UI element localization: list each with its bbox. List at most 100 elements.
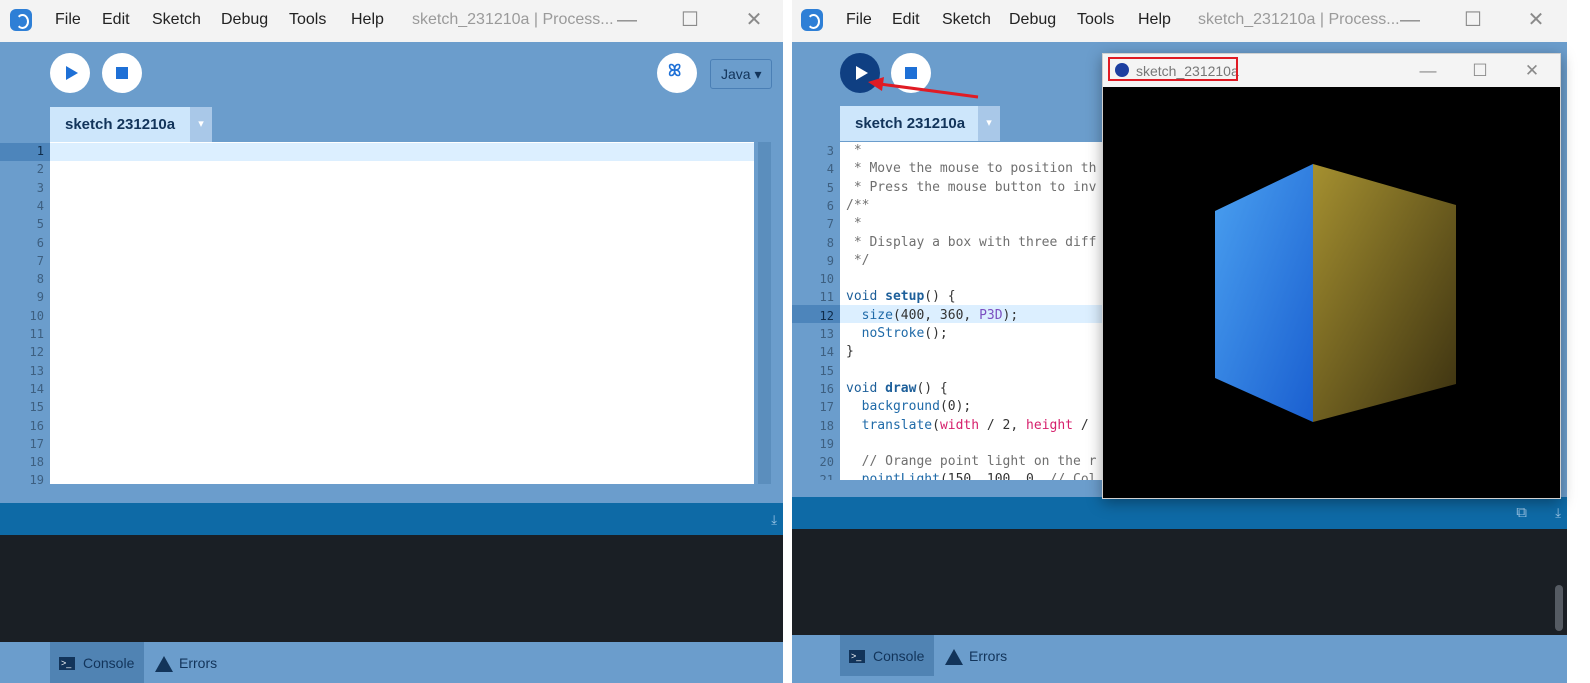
code-line[interactable]: translate(width / 2, height / — [846, 418, 1089, 433]
tab-console[interactable]: >_ Console — [840, 635, 934, 676]
line-number: 4 — [826, 162, 834, 177]
code-editor[interactable] — [50, 142, 754, 484]
menu-tools[interactable]: Tools — [289, 11, 326, 29]
code-line[interactable]: */ — [846, 253, 870, 268]
menu-tools[interactable]: Tools — [1077, 11, 1114, 29]
stop-icon — [116, 67, 128, 79]
code-line[interactable]: void draw() { — [846, 381, 948, 396]
highlight-box — [1108, 57, 1238, 81]
line-number: 17 — [819, 400, 834, 415]
menu-file[interactable]: File — [55, 11, 81, 29]
line-number: 3 — [826, 144, 834, 158]
footer-tabs: >_ Console Errors — [792, 635, 1567, 676]
line-number: 5 — [36, 217, 44, 232]
line-number: 15 — [819, 363, 834, 378]
maximize-icon[interactable]: ☐ — [1467, 58, 1493, 84]
cube-right-face — [1313, 164, 1456, 422]
code-line[interactable]: noStroke(); — [846, 326, 948, 341]
code-line[interactable]: * Press the mouse button to inv — [846, 180, 1097, 195]
play-icon — [66, 66, 78, 80]
window-title: sketch_231210a | Process... — [412, 11, 614, 28]
line-number: 20 — [819, 455, 834, 470]
menu-sketch[interactable]: Sketch — [942, 11, 991, 29]
line-number: 14 — [819, 345, 834, 360]
terminal-icon: >_ — [59, 657, 75, 670]
tab-sketch[interactable]: sketch 231210a — [50, 107, 190, 142]
minimize-icon[interactable]: — — [1396, 6, 1424, 34]
menu-debug[interactable]: Debug — [221, 11, 268, 29]
menu-debug[interactable]: Debug — [1009, 11, 1056, 29]
errors-tab-label: Errors — [179, 655, 218, 671]
line-number: 6 — [826, 198, 834, 213]
menu-help[interactable]: Help — [1138, 11, 1171, 29]
tab-errors[interactable]: Errors — [940, 635, 1020, 676]
code-line[interactable]: * Display a box with three diff — [846, 235, 1097, 250]
code-line[interactable]: } — [846, 344, 854, 359]
stop-icon — [905, 67, 917, 79]
run-button[interactable] — [50, 53, 90, 93]
code-line[interactable]: * Move the mouse to position th — [846, 161, 1097, 176]
minimize-icon[interactable]: — — [613, 6, 641, 34]
line-number: 16 — [819, 381, 834, 396]
terminal-icon: >_ — [849, 650, 865, 663]
code-line[interactable]: // Orange point light on the r — [846, 454, 1097, 469]
line-number: 14 — [29, 381, 44, 396]
line-number: 8 — [36, 272, 44, 287]
code-line[interactable]: /** — [846, 198, 869, 213]
line-number: 6 — [36, 235, 44, 250]
stop-button[interactable] — [102, 53, 142, 93]
line-number: 18 — [29, 455, 44, 470]
line-number: 3 — [36, 180, 44, 195]
butterfly-debug-icon: ꕤ — [668, 63, 682, 80]
tab-console[interactable]: >_ Console — [50, 642, 144, 683]
warning-icon — [155, 656, 173, 672]
line-number: 4 — [36, 198, 44, 213]
line-number: 11 — [29, 327, 44, 341]
menu-sketch[interactable]: Sketch — [152, 11, 201, 29]
code-line[interactable]: pointLight(150, 100, 0, // Col — [846, 472, 1097, 480]
sketch-title-bar[interactable]: sketch_231210a — ☐ ✕ — [1103, 54, 1560, 87]
line-number-gutter: 1 2 3 4 5 6 7 8 9 10 11 12 13 14 15 16 17 18 19 — [0, 142, 50, 484]
close-icon[interactable]: ✕ — [740, 6, 768, 34]
line-number: 13 — [29, 363, 44, 378]
mode-selector[interactable]: Java ▾ — [710, 59, 772, 89]
play-icon — [856, 66, 868, 80]
run-button[interactable] — [840, 53, 880, 93]
current-line-highlight — [50, 143, 754, 161]
stop-button[interactable] — [891, 53, 931, 93]
tab-menu-arrow[interactable]: ▾ — [190, 107, 212, 142]
line-number: 18 — [819, 418, 834, 433]
debugger-button[interactable]: ꕤ — [657, 53, 697, 93]
console-collapse-icon[interactable]: ⤓ — [771, 512, 777, 528]
errors-tab-label: Errors — [969, 648, 1008, 664]
tab-sketch[interactable]: sketch 231210a — [840, 106, 978, 141]
menu-help[interactable]: Help — [351, 11, 384, 29]
line-number: 7 — [826, 217, 834, 232]
console-tab-label: Console — [83, 655, 135, 671]
minimize-icon[interactable]: — — [1415, 58, 1441, 84]
tab-menu-arrow[interactable]: ▾ — [978, 106, 1000, 141]
code-line[interactable]: * — [846, 143, 862, 158]
add-console-icon[interactable]: ⧉ — [1516, 504, 1527, 521]
menu-file[interactable]: File — [846, 11, 872, 29]
line-number: 12 — [819, 308, 834, 323]
code-line[interactable]: * — [846, 216, 862, 231]
line-number: 19 — [819, 436, 834, 451]
code-line[interactable]: void setup() { — [846, 289, 956, 304]
editor-scrollbar[interactable] — [758, 142, 771, 484]
line-number: 10 — [29, 308, 44, 323]
maximize-icon[interactable]: ☐ — [676, 6, 704, 34]
tab-errors[interactable]: Errors — [150, 642, 230, 683]
close-icon[interactable]: ✕ — [1522, 6, 1550, 34]
code-line[interactable]: background(0); — [846, 399, 972, 414]
console-scrollbar[interactable] — [1555, 585, 1563, 631]
processing-logo-icon — [801, 9, 823, 31]
maximize-icon[interactable]: ☐ — [1459, 6, 1487, 34]
sketch-output-window[interactable]: sketch_231210a — ☐ ✕ — [1102, 53, 1561, 499]
line-number: 10 — [819, 272, 834, 287]
close-icon[interactable]: ✕ — [1519, 58, 1545, 84]
menu-edit[interactable]: Edit — [892, 11, 920, 29]
console-collapse-icon[interactable]: ⤓ — [1555, 505, 1561, 521]
menu-edit[interactable]: Edit — [102, 11, 130, 29]
code-line[interactable]: size(400, 360, P3D); — [846, 308, 1019, 323]
